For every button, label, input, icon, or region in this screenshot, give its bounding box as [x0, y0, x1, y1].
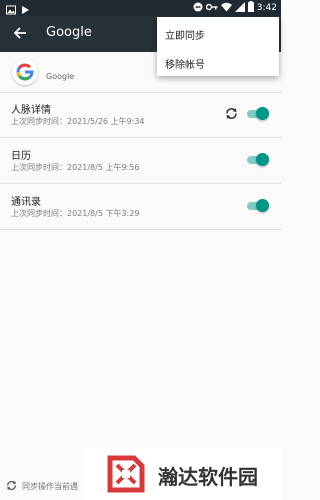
sync-item-address-book[interactable]: 通讯录 上次同步时间：2021/8/5 下午3:29	[0, 184, 281, 229]
status-time: 3:42	[256, 3, 277, 13]
sync-notice: 同步操作当前遇	[22, 482, 78, 491]
sync-item-name: 日历	[11, 151, 31, 162]
sync-item-time: 上次同步时间：2021/8/5 上午9:56	[11, 163, 140, 172]
page-title: Google	[46, 25, 92, 40]
account-label: Google	[46, 72, 75, 81]
sync-item-calendar[interactable]: 日历 上次同步时间：2021/8/5 上午9:56	[0, 138, 281, 183]
signal-icon	[234, 1, 245, 15]
back-button[interactable]	[8, 22, 32, 46]
wifi-icon	[220, 2, 232, 15]
sync-item-name: 通讯录	[11, 197, 41, 208]
battery-icon	[247, 1, 254, 15]
sync-toggle[interactable]	[245, 197, 269, 215]
sync-icon	[225, 107, 238, 123]
sync-problem-icon	[6, 480, 17, 494]
sync-toggle[interactable]	[245, 105, 269, 123]
watermark-logo-icon	[104, 452, 148, 496]
sync-item-contacts-details[interactable]: 人脉详情 上次同步时间：2021/5/26 上午9:34	[0, 92, 281, 137]
google-logo-icon	[12, 59, 38, 85]
sync-item-time: 上次同步时间：2021/5/26 上午9:34	[11, 117, 145, 126]
watermark-text: 瀚达软件园	[158, 465, 258, 489]
divider	[0, 229, 281, 230]
sync-item-name: 人脉详情	[11, 105, 51, 116]
menu-item-remove-account[interactable]: 移除帐号	[165, 56, 205, 71]
overflow-menu: 立即同步 移除帐号	[157, 17, 279, 76]
minus-circle-icon	[193, 2, 203, 15]
sync-item-time: 上次同步时间：2021/8/5 下午3:29	[11, 209, 140, 218]
key-icon	[205, 2, 218, 15]
arrow-left-icon	[13, 26, 27, 43]
status-bar: 3:42	[0, 0, 281, 16]
sync-toggle[interactable]	[245, 151, 269, 169]
menu-item-sync-now[interactable]: 立即同步	[165, 27, 205, 42]
